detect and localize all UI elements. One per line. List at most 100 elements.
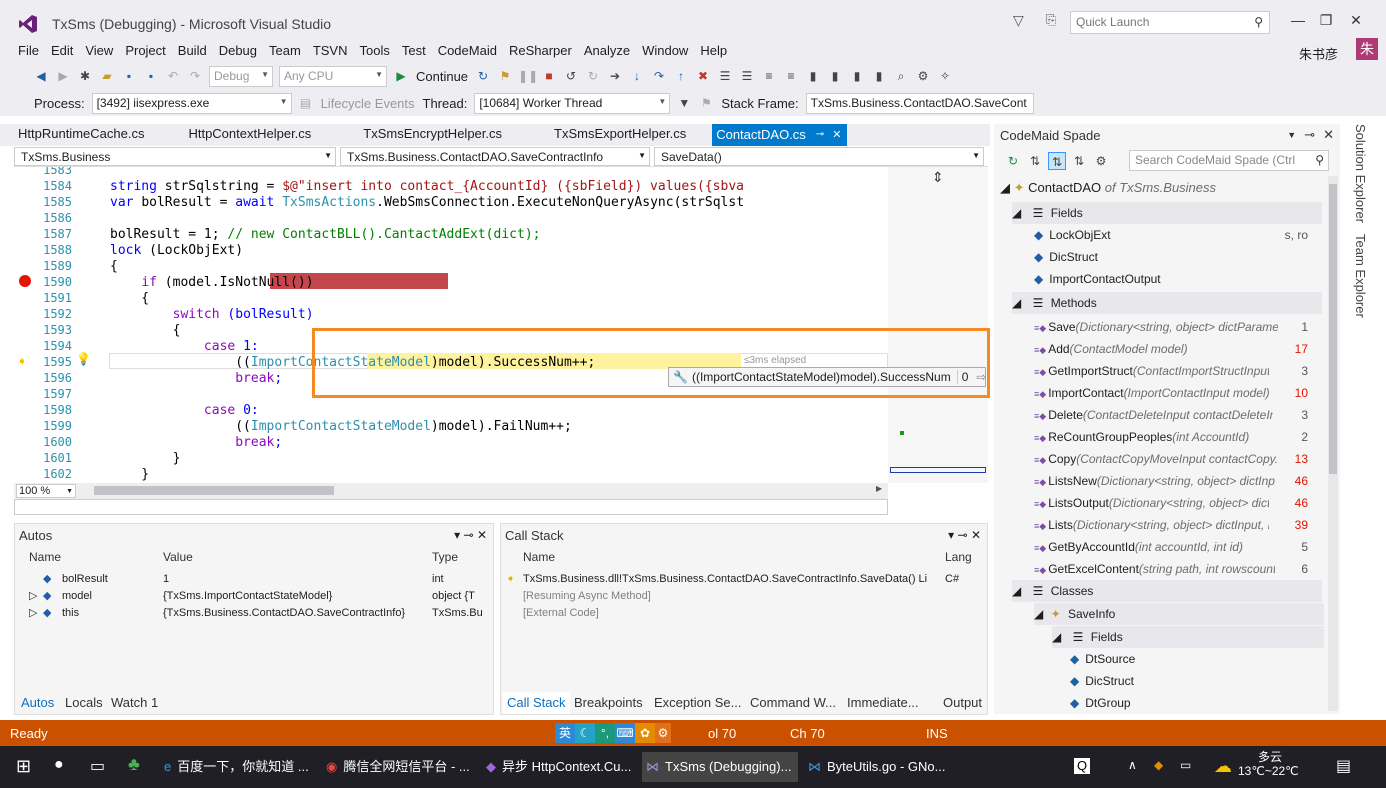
next-bookmark-icon[interactable]: ▮: [848, 67, 866, 85]
taskbar-item-browser[interactable]: e 百度一下，你就知道 ...: [160, 752, 312, 782]
method-item[interactable]: ≡◆ Copy(ContactCopyMoveInput contactCopy.…: [1034, 448, 1308, 470]
sort-type-icon[interactable]: ⇅: [1048, 152, 1066, 170]
ime-punct-icon[interactable]: °,: [595, 723, 615, 743]
menu-codemaid[interactable]: CodeMaid: [432, 40, 503, 62]
collapse-icon[interactable]: ◢: [1012, 296, 1021, 310]
method-item[interactable]: ≡◆ Save(Dictionary<string, object> dictPa…: [1034, 316, 1308, 338]
undo-icon[interactable]: ↶: [164, 67, 182, 85]
tab-httpruntimecache[interactable]: HttpRuntimeCache.cs: [0, 124, 162, 146]
autos-value[interactable]: {TxSms.Business.ContactDAO.SaveContractI…: [163, 607, 425, 619]
stack-frame-select[interactable]: TxSms.Business.ContactDAO.SaveCont: [805, 92, 1034, 114]
step-over-icon[interactable]: ↷: [650, 67, 668, 85]
zoom-select[interactable]: 100 % ▼: [16, 484, 76, 498]
continue-button[interactable]: Continue: [416, 69, 468, 84]
close-icon[interactable]: ✕: [832, 125, 841, 145]
taskbar-item-chrome[interactable]: ◉ 腾信全网短信平台 - ...: [322, 752, 474, 782]
close-window-button[interactable]: ✕: [1346, 12, 1366, 30]
forward-icon[interactable]: ▶: [54, 67, 72, 85]
solution-explorer-tab[interactable]: Solution Explorer: [1344, 124, 1368, 224]
action-center-icon[interactable]: ▤: [1336, 756, 1351, 776]
close-icon[interactable]: ✕: [971, 528, 981, 542]
close-icon[interactable]: ✕: [1323, 127, 1334, 143]
field-item[interactable]: ◆ ImportContactOutput: [1034, 268, 1308, 290]
new-project-icon[interactable]: ✱: [76, 67, 94, 85]
sort-file-icon[interactable]: ⇅: [1070, 152, 1088, 170]
pin-datatip-icon[interactable]: ⇨: [976, 370, 986, 384]
prev-bookmark-icon[interactable]: ▮: [826, 67, 844, 85]
split-icon[interactable]: ⇕: [932, 169, 944, 186]
align-icon[interactable]: ☰: [738, 67, 756, 85]
taskbar-item-vscode[interactable]: ⋈ ByteUtils.go - GNo...: [804, 752, 956, 782]
minimap-viewport[interactable]: [890, 467, 986, 473]
menu-tsvn[interactable]: TSVN: [307, 40, 354, 62]
callstack-tab[interactable]: Exception Se...: [654, 692, 741, 714]
cortana-icon[interactable]: ●: [54, 756, 64, 774]
ime-keyboard-icon[interactable]: ⌨: [615, 723, 635, 743]
taskbar-item-async[interactable]: ◆ 异步 HttpContext.Cu...: [482, 752, 634, 782]
pin-icon[interactable]: ⊸: [1304, 127, 1315, 143]
avatar[interactable]: 朱: [1356, 38, 1378, 60]
menu-test[interactable]: Test: [396, 40, 432, 62]
expand-icon[interactable]: ▷: [29, 589, 37, 602]
team-explorer-tab[interactable]: Team Explorer: [1344, 234, 1368, 324]
user-name[interactable]: 朱书彦: [1299, 44, 1338, 63]
menu-help[interactable]: Help: [694, 40, 733, 62]
minimize-button[interactable]: —: [1288, 12, 1308, 30]
taskbar-item-vs[interactable]: ⋈ TxSms (Debugging)...: [642, 752, 798, 782]
autos-row[interactable]: ◆ bolResult 1 int: [15, 571, 493, 588]
stop-icon[interactable]: ■: [540, 67, 558, 85]
callstack-tab[interactable]: Command W...: [750, 692, 836, 714]
dropdown-icon[interactable]: ▾: [454, 528, 460, 542]
notification-filter-icon[interactable]: ▽: [1013, 12, 1029, 28]
menu-view[interactable]: View: [79, 40, 119, 62]
autos-tab[interactable]: Locals: [65, 692, 103, 714]
callstack-row[interactable]: [External Code]: [501, 605, 987, 622]
col-lang[interactable]: Lang: [945, 550, 972, 564]
callstack-tab[interactable]: Output: [943, 692, 982, 714]
menu-edit[interactable]: Edit: [45, 40, 79, 62]
restore-button[interactable]: ❐: [1316, 12, 1336, 30]
class-field-item[interactable]: ◆ DicStruct: [1070, 670, 1134, 692]
uncomment-icon[interactable]: ≡: [782, 67, 800, 85]
comment-icon[interactable]: ≡: [760, 67, 778, 85]
col-name[interactable]: Name: [523, 550, 555, 564]
code-editor[interactable]: ➧ 💡 ≤3ms elapsed 1583 1584 string strSqlst…: [14, 167, 888, 483]
group-classes[interactable]: ◢ ☰ Classes: [1012, 580, 1322, 602]
collapse-icon[interactable]: ◢: [1012, 584, 1021, 598]
show-hidden-icons[interactable]: ∧: [1128, 758, 1137, 772]
method-item[interactable]: ≡◆ ListsNew(Dictionary<string, object> di…: [1034, 470, 1308, 492]
datatip-value[interactable]: 0: [956, 370, 973, 384]
expand-icon[interactable]: ▷: [29, 606, 37, 619]
collapse-icon[interactable]: ◢: [1052, 630, 1061, 644]
lightbulb-icon[interactable]: 💡: [76, 352, 91, 366]
callstack-row[interactable]: [Resuming Async Method]: [501, 588, 987, 605]
method-item[interactable]: ≡◆ ImportContact(ImportContactInput model…: [1034, 382, 1308, 404]
code-minimap[interactable]: ⇕: [888, 167, 988, 483]
save-all-icon[interactable]: ▪: [142, 67, 160, 85]
tree-root[interactable]: ◢ ✦ ContactDAO of TxSms.Business: [1000, 177, 1216, 199]
continue-icon[interactable]: ▶: [392, 67, 410, 85]
pause-icon[interactable]: ❚❚: [518, 67, 538, 85]
tools-icon[interactable]: ⚙: [914, 67, 932, 85]
dropdown-icon[interactable]: ▾: [948, 528, 954, 542]
autos-value[interactable]: {TxSms.ImportContactStateModel}: [163, 590, 425, 602]
breakpoint-icon[interactable]: [19, 275, 31, 287]
refresh-icon[interactable]: ↻: [474, 67, 492, 85]
refresh-icon[interactable]: ↻: [1004, 152, 1022, 170]
process-select[interactable]: [3492] iisexpress.exe ▼: [91, 92, 292, 114]
class-saveinfo[interactable]: ◢ ✦ SaveInfo: [1034, 603, 1324, 625]
pin-icon[interactable]: ⊸: [958, 528, 968, 542]
redo-icon[interactable]: ↷: [186, 67, 204, 85]
method-item[interactable]: ≡◆ Add(ContactModel model) 17: [1034, 338, 1308, 360]
menu-resharper[interactable]: ReSharper: [503, 40, 578, 62]
autos-value[interactable]: 1: [163, 573, 425, 585]
project-dropdown[interactable]: TxSms.Business ▼: [14, 147, 336, 166]
ime-toolbar[interactable]: 英 ☾ °, ⌨ ✿ ⚙: [555, 722, 671, 744]
member-dropdown[interactable]: SaveData() ▼: [654, 147, 984, 166]
field-item[interactable]: ◆ LockObjExt s, ro: [1034, 224, 1308, 246]
ime-moon-icon[interactable]: ☾: [575, 723, 595, 743]
method-item[interactable]: ≡◆ Delete(ContactDeleteInput contactDelet…: [1034, 404, 1308, 426]
filter-icon[interactable]: ▼: [675, 94, 693, 112]
cleanup-icon[interactable]: ✧: [936, 67, 954, 85]
col-value[interactable]: Value: [163, 550, 193, 564]
